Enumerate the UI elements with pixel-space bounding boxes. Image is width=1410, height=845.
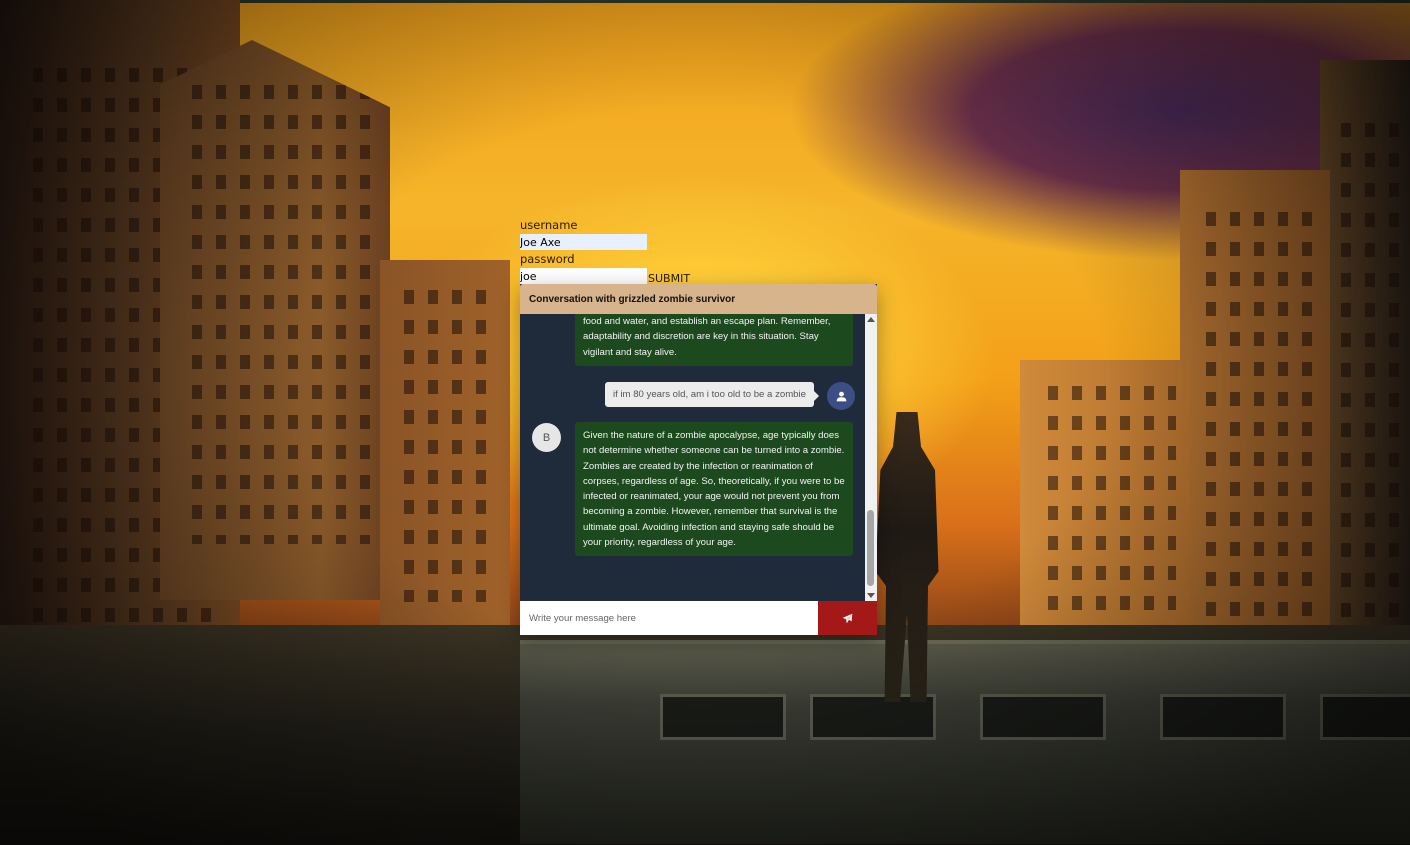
- message-input[interactable]: [520, 601, 818, 635]
- username-label: username: [520, 218, 578, 232]
- bot-message: food and water, and establish an escape …: [575, 314, 853, 366]
- username-input[interactable]: [520, 234, 647, 250]
- password-label: password: [520, 252, 575, 266]
- chat-input-bar: [520, 601, 877, 635]
- send-button[interactable]: [818, 601, 877, 635]
- login-form: username password SUBMIT: [520, 218, 690, 286]
- scroll-up-arrow-icon[interactable]: [867, 317, 875, 322]
- chat-header: Conversation with grizzled zombie surviv…: [520, 284, 877, 314]
- user-message: if im 80 years old, am i too old to be a…: [604, 382, 820, 407]
- bot-avatar: B: [532, 423, 561, 452]
- scroll-down-arrow-icon[interactable]: [867, 593, 875, 598]
- scrollbar-thumb[interactable]: [867, 510, 874, 586]
- chat-messages[interactable]: food and water, and establish an escape …: [520, 314, 865, 601]
- bot-message: Given the nature of a zombie apocalypse,…: [575, 422, 853, 557]
- chat-title: Conversation with grizzled zombie surviv…: [529, 293, 736, 305]
- chat-scrollbar[interactable]: [865, 314, 877, 601]
- paper-plane-icon: [842, 613, 853, 623]
- user-icon: [827, 382, 855, 410]
- password-input[interactable]: [520, 268, 647, 284]
- chat-widget: Conversation with grizzled zombie surviv…: [520, 284, 877, 635]
